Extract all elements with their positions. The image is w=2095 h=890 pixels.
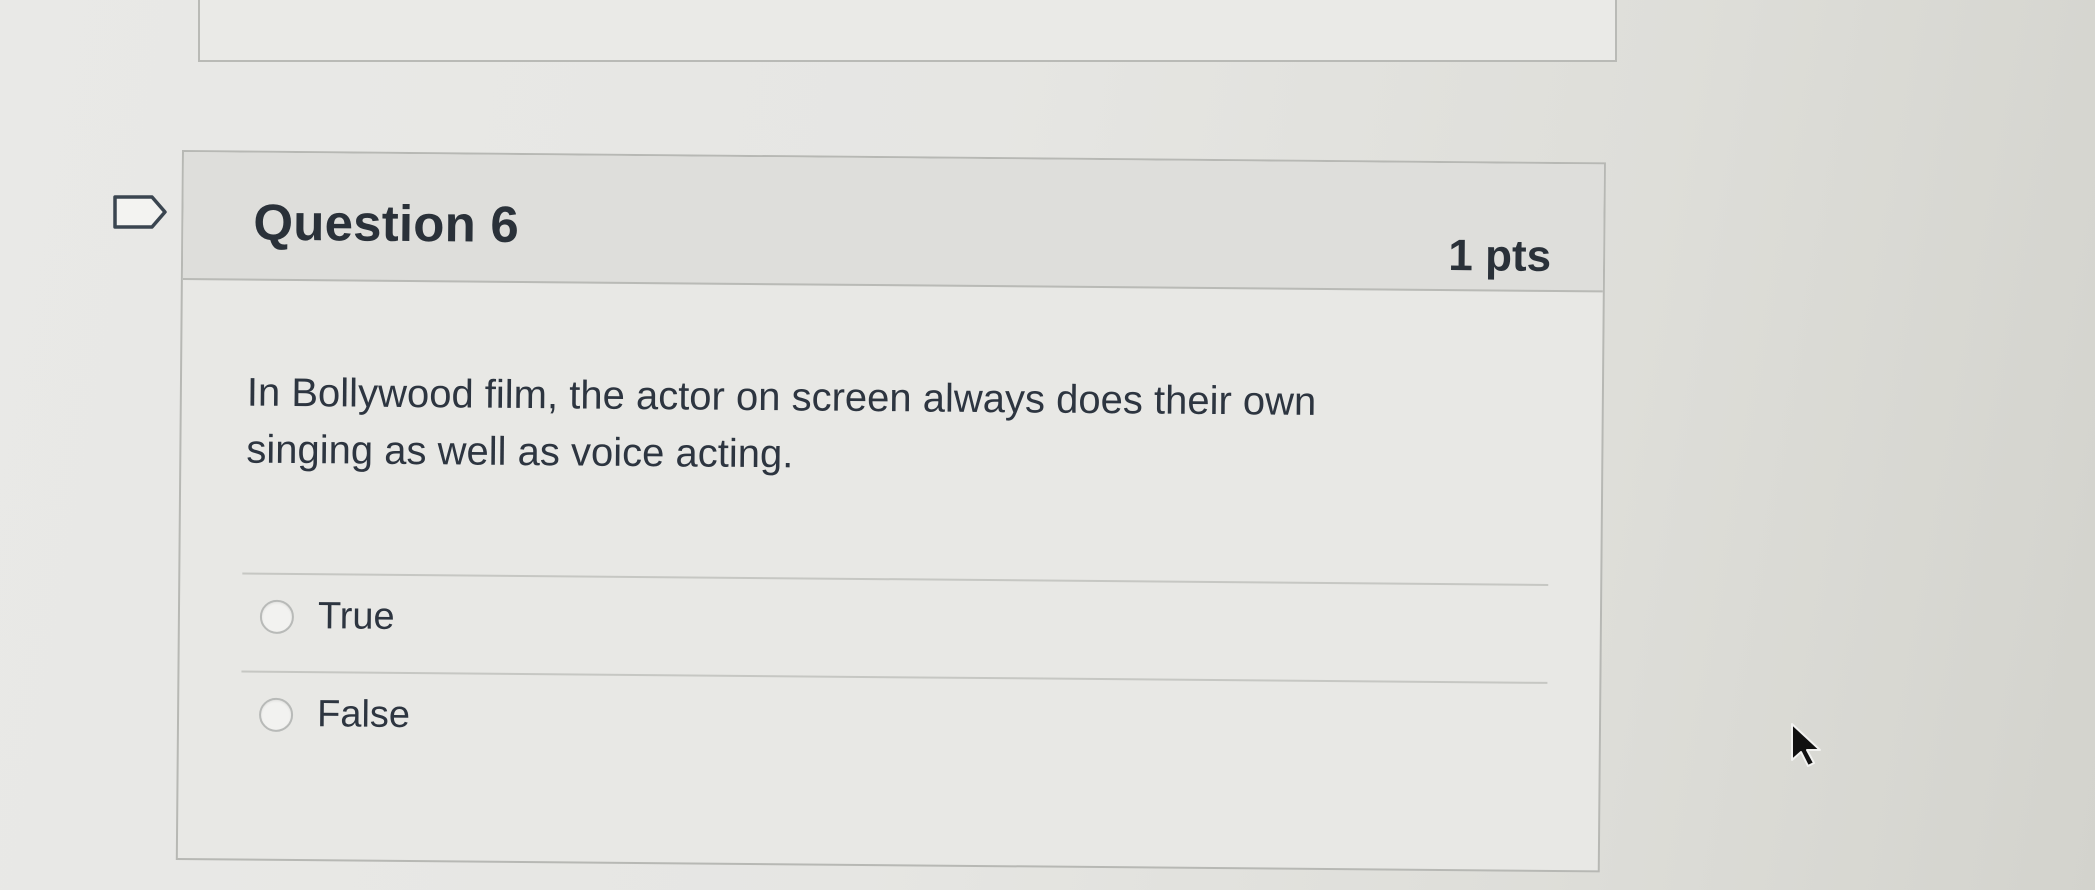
answer-option-false[interactable]: False: [258, 693, 411, 737]
previous-question-card: [198, 0, 1617, 62]
answer-label-true: True: [317, 595, 395, 638]
question-points: 1 pts: [1448, 231, 1552, 281]
mouse-pointer-icon: [1791, 723, 1821, 767]
answer-option-true[interactable]: True: [259, 595, 395, 639]
answer-label-false: False: [316, 693, 411, 737]
radio-button-true[interactable]: [259, 599, 295, 634]
answer-divider: [241, 670, 1548, 684]
radio-button-false[interactable]: [258, 697, 294, 732]
flag-question-icon[interactable]: [112, 194, 168, 230]
question-header: Question 6 1 pts: [182, 152, 1604, 293]
question-text: In Bollywood film, the actor on screen a…: [246, 370, 1317, 477]
question-title: Question 6: [253, 193, 520, 253]
answer-divider: [242, 572, 1549, 586]
question-card: Question 6 1 pts In Bollywood film, the …: [175, 150, 1606, 873]
